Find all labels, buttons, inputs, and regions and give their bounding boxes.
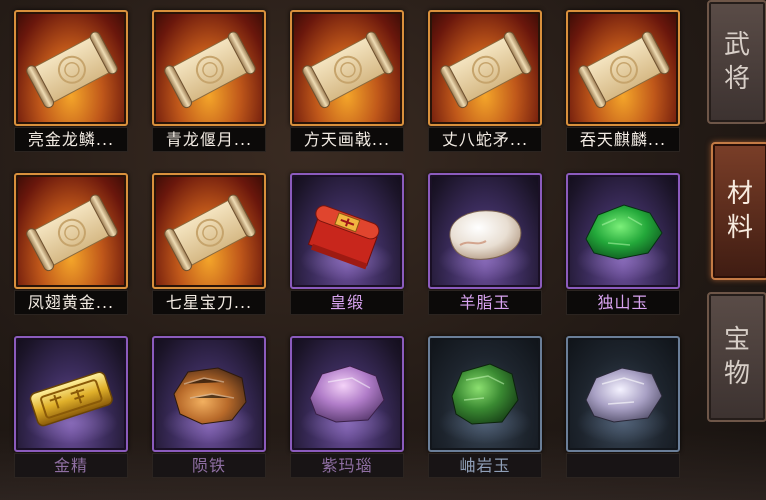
item-frame (428, 173, 542, 289)
scroll-icon (154, 12, 264, 124)
item-slot[interactable]: 七星宝刀... (152, 173, 266, 321)
item-frame (428, 10, 542, 126)
item-name: 吞天麒麟... (566, 127, 680, 152)
white-jade-icon (449, 210, 522, 260)
item-frame (290, 336, 404, 452)
item-slot[interactable]: 青龙偃月... (152, 10, 266, 158)
tab-char: 将 (723, 64, 750, 94)
scroll-icon (16, 175, 126, 287)
item-frame (14, 336, 128, 452)
scroll-icon (292, 12, 402, 124)
item-slot[interactable]: 丈八蛇矛... (428, 10, 542, 158)
item-grid: 亮金龙鳞... 青龙偃月... 方天画戟... 丈八蛇矛... 吞天麒麟... … (14, 10, 680, 484)
item-slot[interactable]: 金精 (14, 336, 128, 484)
purple-agate-icon (309, 365, 385, 423)
tab-materials[interactable]: 材 料 (711, 142, 766, 280)
scroll-icon (430, 12, 540, 124)
item-name: 羊脂玉 (428, 290, 542, 315)
tab-generals[interactable]: 武 将 (707, 0, 766, 124)
item-slot[interactable]: 独山玉 (566, 173, 680, 321)
tab-char: 武 (723, 30, 750, 60)
tab-treasures[interactable]: 宝 物 (707, 292, 766, 422)
scroll-icon (154, 175, 264, 287)
tab-char: 宝 (723, 325, 750, 355)
item-slot[interactable]: 陨铁 (152, 336, 266, 484)
item-frame (152, 10, 266, 126)
item-name: 岫岩玉 (428, 453, 542, 478)
item-name: 陨铁 (152, 453, 266, 478)
crystal-ore-icon (585, 367, 663, 423)
item-frame (14, 173, 128, 289)
item-frame (566, 10, 680, 126)
gold-ingot-icon (29, 371, 113, 427)
item-slot[interactable]: 凤翅黄金... (14, 173, 128, 321)
green-jade-icon (585, 204, 663, 260)
item-name: 金精 (14, 453, 128, 478)
item-slot[interactable] (566, 336, 680, 484)
item-frame (14, 10, 128, 126)
item-name: 青龙偃月... (152, 127, 266, 152)
item-frame (152, 173, 266, 289)
tab-char: 物 (723, 359, 750, 389)
item-name: 皇缎 (290, 290, 404, 315)
xiuyan-jade-icon (451, 363, 519, 425)
tab-char: 材 (726, 179, 753, 209)
item-frame (290, 173, 404, 289)
item-slot[interactable]: 吞天麒麟... (566, 10, 680, 158)
item-name: 亮金龙鳞... (14, 127, 128, 152)
item-slot[interactable]: 亮金龙鳞... (14, 10, 128, 158)
item-name: 丈八蛇矛... (428, 127, 542, 152)
item-frame (566, 173, 680, 289)
item-frame (290, 10, 404, 126)
scroll-icon (568, 12, 678, 124)
meteorite-icon (173, 367, 247, 425)
category-tabs: 武 将 材 料 宝 物 (703, 0, 766, 500)
red-silk-icon (307, 205, 380, 270)
item-slot[interactable]: 皇缎 (290, 173, 404, 321)
item-frame (152, 336, 266, 452)
item-name (566, 453, 680, 478)
item-frame (428, 336, 542, 452)
tab-char: 料 (726, 213, 753, 243)
item-slot[interactable]: 岫岩玉 (428, 336, 542, 484)
item-name: 紫玛瑙 (290, 453, 404, 478)
scroll-icon (16, 12, 126, 124)
item-name: 方天画戟... (290, 127, 404, 152)
item-name: 凤翅黄金... (14, 290, 128, 315)
item-frame (566, 336, 680, 452)
item-slot[interactable]: 方天画戟... (290, 10, 404, 158)
item-name: 七星宝刀... (152, 290, 266, 315)
item-slot[interactable]: 紫玛瑙 (290, 336, 404, 484)
item-slot[interactable]: 羊脂玉 (428, 173, 542, 321)
item-name: 独山玉 (566, 290, 680, 315)
